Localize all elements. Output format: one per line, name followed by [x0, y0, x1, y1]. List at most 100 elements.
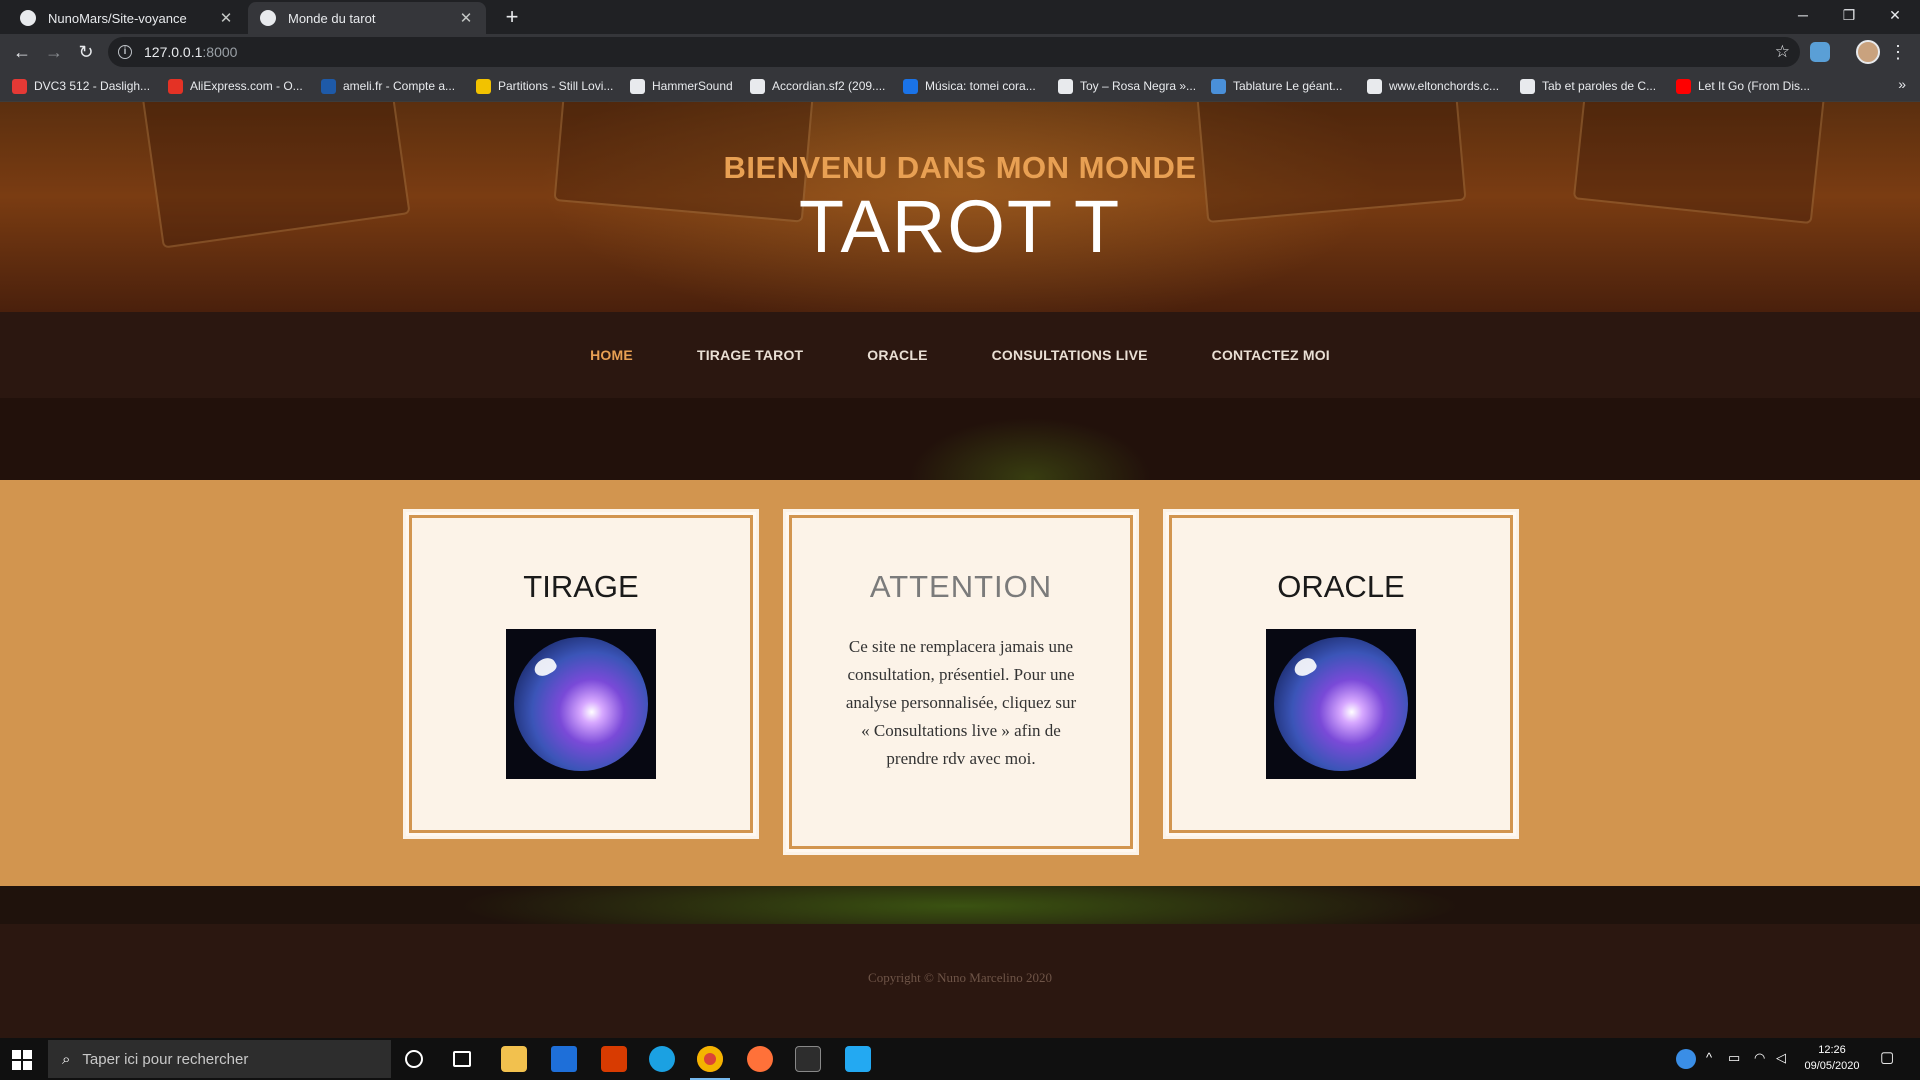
nav-tirage-tarot[interactable]: TIRAGE TAROT: [697, 347, 803, 363]
hero-title: TAROT T: [798, 185, 1122, 268]
crystal-ball-sphere: [514, 637, 648, 771]
nav-home[interactable]: HOME: [590, 347, 633, 363]
bookmark-favicon-icon: [750, 78, 765, 94]
chrome-icon[interactable]: [697, 1046, 723, 1072]
bookmark-item[interactable]: HammerSound: [630, 77, 733, 95]
search-placeholder: Taper ici pour rechercher: [82, 1050, 249, 1068]
new-tab-button[interactable]: +: [498, 4, 526, 32]
avatar[interactable]: [1856, 40, 1880, 64]
edge-icon[interactable]: [649, 1046, 675, 1072]
firefox-icon[interactable]: [747, 1046, 773, 1072]
copyright-text: Copyright © Nuno Marcelino 2020: [868, 970, 1052, 985]
wifi-icon[interactable]: ◠: [1754, 1050, 1765, 1066]
taskbar-search-input[interactable]: ⌕ Taper ici pour rechercher: [48, 1040, 391, 1078]
back-icon[interactable]: ←: [8, 38, 36, 66]
bookmark-star-icon[interactable]: ☆: [1775, 42, 1790, 62]
bookmark-label: Tab et paroles de C...: [1542, 79, 1657, 93]
menu-icon[interactable]: ⋮: [1884, 38, 1912, 66]
clock-time: 12:26: [1818, 1044, 1846, 1056]
nav-oracle[interactable]: ORACLE: [867, 347, 927, 363]
battery-icon[interactable]: ▭: [1728, 1050, 1740, 1066]
terminal-icon[interactable]: [795, 1046, 821, 1072]
oracle-box[interactable]: ORACLE: [1163, 509, 1519, 839]
minimize-button[interactable]: ─: [1780, 0, 1826, 34]
taskbar: ⌕ Taper ici pour rechercher ^ ▭ ◠ ◁ 12:2…: [0, 1038, 1920, 1080]
bookmark-label: ameli.fr - Compte a...: [343, 79, 456, 93]
close-tab-icon[interactable]: ✕: [458, 9, 474, 27]
bookmark-favicon-icon: [1676, 78, 1691, 94]
vscode-icon[interactable]: [845, 1046, 871, 1072]
main-nav: HOME TIRAGE TAROT ORACLE CONSULTATIONS L…: [0, 312, 1920, 398]
close-tab-icon[interactable]: ✕: [218, 9, 234, 27]
decorative-band: [0, 398, 1920, 480]
file-explorer-icon[interactable]: [501, 1046, 527, 1072]
bookmark-item[interactable]: Toy – Rosa Negra »...: [1058, 77, 1196, 95]
bookmark-item[interactable]: Tablature Le géant...: [1211, 77, 1342, 95]
chevron-up-icon[interactable]: ^: [1706, 1050, 1712, 1065]
nav-contactez-moi[interactable]: CONTACTEZ MOI: [1212, 347, 1330, 363]
attention-text: Ce site ne remplacera jamais une consult…: [845, 637, 1077, 768]
bookmark-label: DVC3 512 - Dasligh...: [34, 79, 151, 93]
bookmark-item[interactable]: AliExpress.com - O...: [168, 77, 303, 95]
address-bar[interactable]: i 127.0.0.1 :8000 ☆: [108, 37, 1800, 67]
office-icon[interactable]: [601, 1046, 627, 1072]
tab-monde-du-tarot[interactable]: Monde du tarot ✕: [248, 2, 486, 34]
bookmark-item[interactable]: www.eltonchords.c...: [1367, 77, 1499, 95]
decorative-band: [0, 886, 1920, 924]
bookmark-label: AliExpress.com - O...: [190, 79, 303, 93]
nav-consultations-live[interactable]: CONSULTATIONS LIVE: [992, 347, 1148, 363]
bookmarks-bar: DVC3 512 - Dasligh... AliExpress.com - O…: [0, 70, 1920, 102]
hero-banner: BIENVENU DANS MON MONDE TAROT T: [0, 102, 1920, 312]
bookmark-item[interactable]: Música: tomei cora...: [903, 77, 1036, 95]
more-bookmarks-icon[interactable]: »: [1898, 76, 1906, 92]
bookmark-item[interactable]: ameli.fr - Compte a...: [321, 77, 455, 95]
tab-github[interactable]: NunoMars/Site-voyance ✕: [8, 2, 246, 34]
bookmark-favicon-icon: [1367, 78, 1382, 94]
windows-start-icon[interactable]: [12, 1050, 32, 1070]
extension-icon[interactable]: [1810, 42, 1830, 62]
reload-icon[interactable]: ↻: [72, 38, 100, 66]
forward-icon[interactable]: →: [40, 38, 68, 66]
dropbox-icon[interactable]: [551, 1046, 577, 1072]
footer: Copyright © Nuno Marcelino 2020: [0, 924, 1920, 1038]
box-title: ORACLE: [1277, 569, 1405, 604]
notification-icon[interactable]: ▢: [1880, 1048, 1900, 1068]
restore-button[interactable]: ❐: [1826, 0, 1872, 34]
search-icon: ⌕: [62, 1050, 71, 1068]
browser-tab-bar: NunoMars/Site-voyance ✕ Monde du tarot ✕…: [0, 0, 1920, 34]
task-view-icon[interactable]: [453, 1051, 471, 1067]
bookmark-label: Partitions - Still Lovi...: [498, 79, 614, 93]
attention-box: ATTENTION Ce site ne remplacera jamais u…: [783, 509, 1139, 855]
bookmark-label: HammerSound: [652, 79, 733, 93]
bookmark-item[interactable]: DVC3 512 - Dasligh...: [12, 77, 150, 95]
tab-title: NunoMars/Site-voyance: [48, 10, 187, 26]
clock-date: 09/05/2020: [1804, 1060, 1860, 1072]
bookmark-favicon-icon: [1211, 78, 1226, 94]
volume-icon[interactable]: ◁: [1776, 1050, 1786, 1066]
url-host: 127.0.0.1: [144, 44, 203, 60]
bookmark-favicon-icon: [903, 78, 918, 94]
bookmark-label: www.eltonchords.c...: [1389, 79, 1500, 93]
cortana-icon[interactable]: [405, 1050, 423, 1068]
bookmark-favicon-icon: [1058, 78, 1073, 94]
bookmark-label: Música: tomei cora...: [925, 79, 1036, 93]
bookmark-favicon-icon: [321, 78, 336, 94]
info-icon[interactable]: i: [118, 45, 132, 59]
bookmark-label: Accordian.sf2 (209....: [772, 79, 886, 93]
bookmark-item[interactable]: Partitions - Still Lovi...: [476, 77, 613, 95]
crystal-ball-image[interactable]: [506, 629, 656, 779]
url-port: :8000: [202, 44, 238, 60]
bookmark-label: Toy – Rosa Negra »...: [1080, 79, 1197, 93]
bookmark-item[interactable]: Let It Go (From Dis...: [1676, 77, 1810, 95]
system-clock[interactable]: 12:26 09/05/2020: [1790, 1042, 1874, 1074]
box-title: TIRAGE: [523, 569, 639, 604]
bookmark-item[interactable]: Accordian.sf2 (209....: [750, 77, 885, 95]
bookmark-item[interactable]: Tab et paroles de C...: [1520, 77, 1656, 95]
close-window-button[interactable]: ✕: [1872, 0, 1918, 34]
help-icon[interactable]: [1676, 1049, 1696, 1069]
tirage-box[interactable]: TIRAGE: [403, 509, 759, 839]
crystal-ball-image[interactable]: [1266, 629, 1416, 779]
browser-toolbar: ← → ↻ i 127.0.0.1 :8000 ☆ ⋮: [0, 34, 1920, 70]
globe-icon: [260, 10, 276, 26]
web-page: BIENVENU DANS MON MONDE TAROT T HOME TIR…: [0, 102, 1920, 1038]
